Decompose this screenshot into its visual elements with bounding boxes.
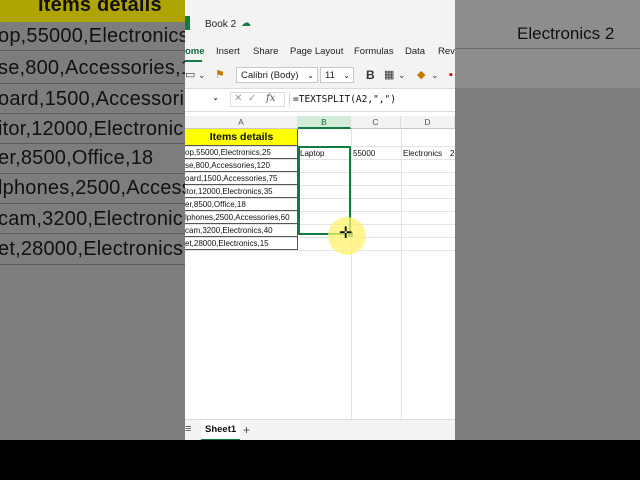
bg-row-line: [0, 173, 185, 174]
font-size-value: 11: [325, 70, 335, 81]
chevron-down-icon: ⌄: [212, 93, 219, 102]
bg-row-text: itor,12000,Electronic: [0, 118, 184, 140]
table-cell-e2[interactable]: 2: [450, 147, 454, 160]
fx-icon[interactable]: fx: [266, 93, 275, 104]
tab-review[interactable]: Revi: [438, 46, 455, 57]
tab-share[interactable]: Share: [253, 46, 278, 57]
excel-window: Book 2 ☁ ome Insert Share Page Layout Fo…: [185, 0, 455, 440]
fill-color-icon[interactable]: ◆: [417, 67, 425, 83]
bg-ribbon-area: [455, 0, 640, 88]
format-painter-icon[interactable]: ⚑: [215, 67, 225, 83]
cancel-icon[interactable]: ✕: [234, 93, 242, 104]
table-cell-a2[interactable]: op,55000,Electronics,25: [185, 146, 298, 159]
bg-row-text: op,55000,Electronics: [0, 25, 185, 47]
bg-black-bar: [455, 440, 640, 480]
bg-row-line: [0, 83, 185, 84]
formula-bar: ⌄ ✕ ✓ fx =TEXTSPLIT(A2,","): [185, 89, 455, 112]
cloud-sync-icon: ☁: [241, 18, 251, 29]
bg-row-text: er,8500,Office,18: [0, 147, 154, 169]
sheet-list-icon[interactable]: ≡: [185, 423, 191, 435]
bg-row-text: oard,1500,Accessorie: [0, 88, 185, 110]
bg-row-line: [0, 143, 185, 144]
sheet-tab-active[interactable]: Sheet1: [201, 420, 241, 440]
tab-insert[interactable]: Insert: [216, 46, 240, 57]
paste-dropdown-icon[interactable]: ⌄: [198, 67, 206, 83]
bg-row-text: lphones,2500,Access: [0, 177, 185, 199]
borders-icon[interactable]: ▦: [384, 67, 394, 83]
table-cell-a3[interactable]: se,800,Accessories,120: [185, 159, 298, 172]
column-header-d[interactable]: D: [401, 116, 455, 129]
sheet-tab-bar: ≡ Sheet1 +: [185, 419, 455, 440]
formula-input[interactable]: =TEXTSPLIT(A2,","): [293, 94, 396, 105]
tab-page-layout[interactable]: Page Layout: [290, 46, 343, 57]
tab-formulas[interactable]: Formulas: [354, 46, 394, 57]
home-toolbar: ▭ ⌄ ⚑ Calibri (Body) ⌄ 11 ⌄ B ▦ ⌄ ◆ ⌄ ▪: [185, 62, 455, 89]
table-cell-c2[interactable]: 55000: [353, 147, 375, 160]
bg-header-text: Items details: [38, 0, 162, 16]
table-cell-a4[interactable]: oard,1500,Accessories,75: [185, 172, 298, 185]
tab-home[interactable]: ome: [185, 46, 205, 57]
borders-dropdown-icon[interactable]: ⌄: [398, 67, 406, 83]
bg-row-text: et,28000,Electronics,: [0, 238, 185, 260]
bg-row-line: [455, 48, 640, 49]
fill-color-dropdown-icon[interactable]: ⌄: [431, 67, 439, 83]
column-header-a[interactable]: A: [185, 116, 298, 129]
clipboard-icon[interactable]: ▭: [185, 67, 195, 83]
font-name-select[interactable]: Calibri (Body) ⌄: [236, 67, 318, 83]
divider: [289, 92, 290, 107]
excel-app-icon: [185, 16, 190, 30]
table-cell-d2[interactable]: Electronics: [403, 147, 442, 160]
bg-row-line: [0, 113, 185, 114]
column-header-c[interactable]: C: [351, 116, 401, 129]
tab-data[interactable]: Data: [405, 46, 425, 57]
formula-controls: ✕ ✓ fx: [230, 92, 285, 107]
items-header-cell[interactable]: Items details: [185, 129, 298, 146]
add-sheet-button[interactable]: +: [243, 423, 250, 437]
font-size-select[interactable]: 11 ⌄: [320, 67, 354, 83]
bg-black-bar: [0, 440, 185, 480]
table-cell-a7[interactable]: lphones,2500,Accessories,60: [185, 211, 298, 224]
font-color-icon[interactable]: ▪: [449, 67, 453, 83]
column-header-b[interactable]: B: [298, 116, 351, 129]
bold-button[interactable]: B: [366, 67, 375, 83]
name-box[interactable]: ⌄: [185, 93, 221, 107]
crosshair-cursor-icon: ✛: [339, 225, 353, 242]
background-right: Electronics 2: [455, 0, 640, 480]
table-cell-a5[interactable]: itor,12000,Electronics,35: [185, 185, 298, 198]
font-name-value: Calibri (Body): [241, 70, 299, 81]
ribbon-tabs: ome Insert Share Page Layout Formulas Da…: [185, 40, 455, 62]
background-left: Items details op,55000,Electronics se,80…: [0, 0, 185, 480]
bg-row-line: [0, 203, 185, 204]
bg-row-line: [0, 264, 185, 265]
bg-row-text: cam,3200,Electronic: [0, 208, 184, 230]
workbook-title[interactable]: Book 2: [205, 19, 236, 30]
confirm-icon[interactable]: ✓: [248, 93, 256, 104]
gridline: [185, 250, 455, 251]
chevron-down-icon: ⌄: [307, 71, 314, 80]
bg-row-line: [0, 233, 185, 234]
table-cell-a6[interactable]: er,8500,Office,18: [185, 198, 298, 211]
table-cell-a8[interactable]: cam,3200,Electronics,40: [185, 224, 298, 237]
table-cell-a9[interactable]: et,28000,Electronics,15: [185, 237, 298, 250]
bg-row-text: se,800,Accessories,1: [0, 57, 185, 79]
title-bar: Book 2 ☁: [185, 0, 455, 40]
bg-right-text: Electronics 2: [517, 24, 615, 43]
bg-row-line: [0, 50, 185, 51]
chevron-down-icon: ⌄: [343, 71, 350, 80]
